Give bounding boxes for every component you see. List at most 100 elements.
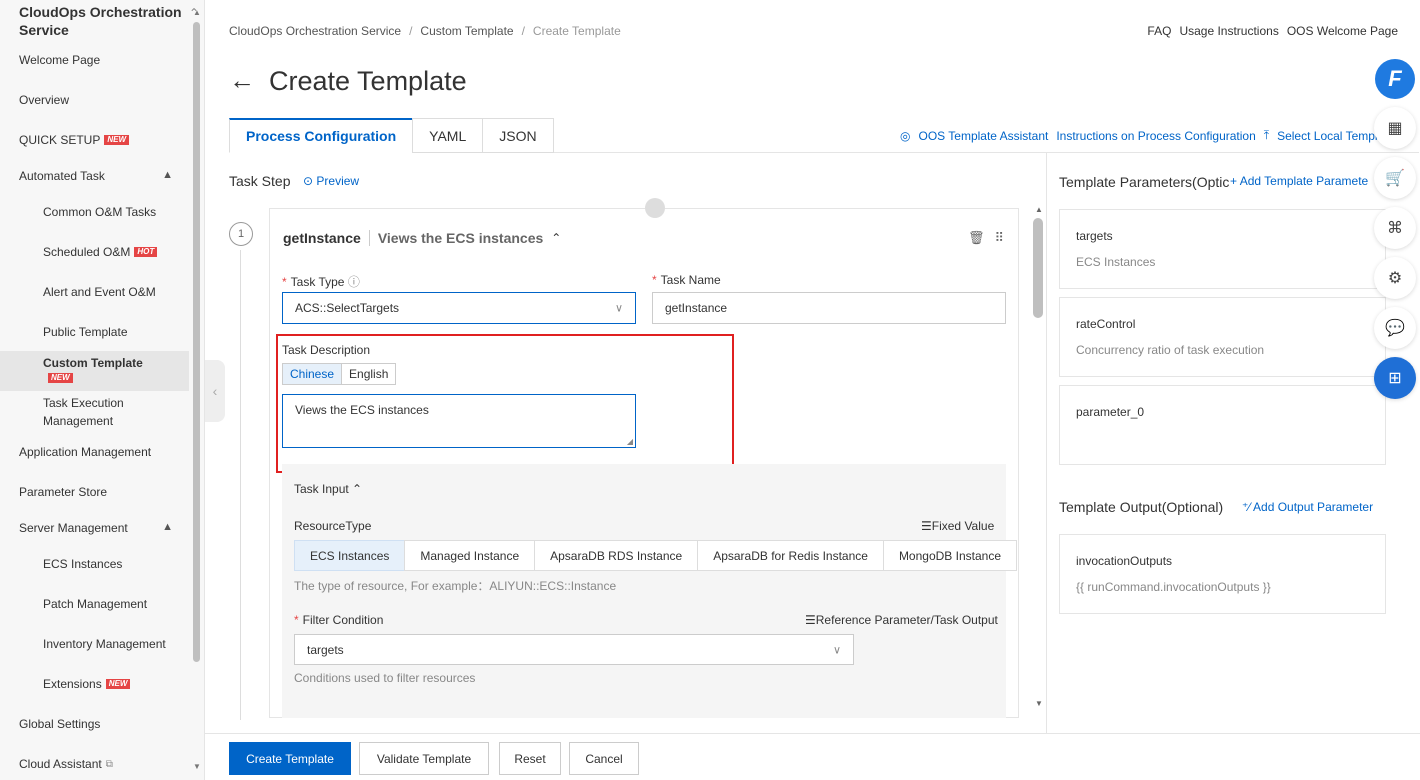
sidebar-item-task-execution[interactable]: Task Execution Management [0, 395, 140, 429]
resource-type-label: ResourceType [294, 519, 372, 533]
task-description-label: Task Description [282, 343, 371, 357]
instructions-link[interactable]: Instructions on Process Configuration [1056, 129, 1255, 143]
sidebar-item-ecs-instances[interactable]: ECS Instances [0, 549, 189, 579]
task-input-toggle[interactable]: Task Input ⌃ [294, 482, 362, 496]
hot-badge: HOT [134, 247, 158, 257]
qr-code-icon[interactable]: ▦ [1374, 107, 1416, 149]
breadcrumb-item[interactable]: CloudOps Orchestration Service [229, 24, 401, 38]
chevron-left-icon: ‹ [212, 383, 218, 399]
resource-type-option[interactable]: Managed Instance [404, 540, 536, 571]
breadcrumb-item[interactable]: Custom Template [420, 24, 513, 38]
task-type-label: * Task Type ⓘ [282, 275, 360, 289]
editor-tabs: Process Configuration YAML JSON [229, 118, 554, 153]
sidebar: CloudOps Orchestration Service ⌃ Welcome… [0, 0, 205, 780]
sidebar-item-inventory-management[interactable]: Inventory Management [0, 629, 189, 659]
cancel-button[interactable]: Cancel [569, 742, 639, 775]
faq-link[interactable]: FAQ [1147, 24, 1171, 38]
sidebar-scrollbar[interactable] [193, 22, 200, 662]
task-card-header[interactable]: getInstance Views the ECS instances ⌃ [283, 230, 561, 246]
oos-welcome-link[interactable]: OOS Welcome Page [1287, 24, 1398, 38]
help-icon[interactable]: ⓘ [348, 275, 360, 289]
sidebar-item-patch-management[interactable]: Patch Management [0, 589, 189, 619]
sidebar-item-server-management[interactable]: Server Management ▲ [0, 513, 189, 543]
sidebar-title: CloudOps Orchestration Service [19, 4, 182, 38]
sidebar-item-alert-event-om[interactable]: Alert and Event O&M [0, 277, 189, 307]
cart-icon[interactable]: 🛒 [1374, 157, 1416, 199]
create-template-button[interactable]: Create Template [229, 742, 351, 775]
main-scrollbar[interactable] [1033, 218, 1043, 318]
oos-assistant-link[interactable]: OOS Template Assistant [918, 129, 1048, 143]
filter-condition-select[interactable]: targets ∨ [294, 634, 854, 665]
resource-type-option[interactable]: MongoDB Instance [882, 540, 1017, 571]
sidebar-item-welcome-page[interactable]: Welcome Page [0, 45, 189, 75]
usage-instructions-link[interactable]: Usage Instructions [1179, 24, 1278, 38]
scroll-down-icon[interactable]: ▼ [193, 762, 201, 771]
connector-dot[interactable] [645, 198, 665, 218]
breadcrumb-separator: / [409, 24, 413, 38]
chevron-up-icon: ⌃ [352, 482, 363, 496]
sidebar-item-quick-setup[interactable]: QUICK SETUP NEW [0, 125, 189, 155]
select-local-link[interactable]: Select Local Templ [1277, 129, 1378, 143]
chat-icon[interactable]: 💬 [1374, 307, 1416, 349]
sidebar-item-parameter-store[interactable]: Parameter Store [0, 477, 189, 507]
scroll-down-icon[interactable]: ▼ [1035, 699, 1043, 708]
new-badge: NEW [104, 135, 130, 145]
validate-template-button[interactable]: Validate Template [359, 742, 489, 775]
output-card[interactable]: invocationOutputs {{ runCommand.invocati… [1059, 534, 1386, 614]
add-output-parameter-link[interactable]: ⁺⁄ Add Output Parameter [1242, 500, 1373, 514]
external-link-icon: ⧉ [105, 758, 113, 770]
parameter-card[interactable]: rateControl Concurrency ratio of task ex… [1059, 297, 1386, 377]
scroll-up-icon[interactable]: ▲ [193, 8, 201, 17]
back-arrow-icon[interactable]: ← [229, 67, 255, 93]
preview-link[interactable]: ⊙ Preview [303, 174, 359, 188]
tab-process-configuration[interactable]: Process Configuration [229, 118, 414, 153]
reference-parameter-link[interactable]: ☰Reference Parameter/Task Output [805, 613, 998, 627]
add-template-parameter-link[interactable]: + Add Template Paramete [1230, 174, 1368, 188]
sidebar-item-automated-task[interactable]: Automated Task ▲ [0, 161, 189, 191]
sidebar-item-extensions[interactable]: Extensions NEW [0, 669, 189, 699]
sidebar-item-global-settings[interactable]: Global Settings [0, 709, 189, 739]
resize-handle-icon[interactable]: ◢ [627, 437, 633, 446]
parameter-card[interactable]: parameter_0 [1059, 385, 1386, 465]
task-description-textarea[interactable]: Views the ECS instances ◢ [282, 394, 636, 448]
lang-chinese-button[interactable]: Chinese [282, 363, 343, 385]
fixed-value-link[interactable]: ☰Fixed Value [921, 519, 994, 533]
resource-type-option[interactable]: ECS Instances [294, 540, 406, 571]
sidebar-item-common-om-tasks[interactable]: Common O&M Tasks [0, 197, 189, 227]
chevron-up-icon[interactable]: ⌃ [551, 231, 561, 245]
sidebar-item-application-management[interactable]: Application Management [0, 437, 189, 467]
assistant-logo-icon[interactable]: F [1375, 59, 1415, 99]
apps-icon[interactable]: ⊞ [1374, 357, 1416, 399]
api-icon[interactable]: ⌘ [1374, 207, 1416, 249]
sidebar-item-overview[interactable]: Overview [0, 85, 189, 115]
sidebar-toggle-handle[interactable]: ‹ [205, 360, 225, 422]
tab-json[interactable]: JSON [482, 118, 554, 153]
template-parameters-title: Template Parameters(Optic [1059, 174, 1230, 190]
top-links: FAQ Usage Instructions OOS Welcome Page [1147, 24, 1398, 38]
task-name-label: * Task Name [652, 273, 721, 287]
resource-type-option[interactable]: ApsaraDB for Redis Instance [697, 540, 884, 571]
parameter-card[interactable]: targets ECS Instances [1059, 209, 1386, 289]
new-badge: NEW [105, 679, 131, 689]
settings-icon[interactable]: ⚙ [1374, 257, 1416, 299]
reset-button[interactable]: Reset [499, 742, 561, 775]
delete-icon[interactable]: 🗑 [968, 230, 985, 246]
sidebar-item-custom-template[interactable]: Custom Template NEW [0, 351, 189, 391]
page-title: Create Template [269, 66, 467, 96]
lang-english-button[interactable]: English [341, 363, 397, 385]
sidebar-item-cloud-assistant[interactable]: Cloud Assistant ⧉ [0, 749, 189, 779]
tab-yaml[interactable]: YAML [412, 118, 484, 153]
drag-handle-icon[interactable]: ⠿ [994, 230, 1004, 246]
resource-type-option[interactable]: ApsaraDB RDS Instance [534, 540, 699, 571]
upload-icon: ⤒ [1263, 128, 1270, 142]
step-number: 1 [229, 222, 253, 246]
sidebar-item-public-template[interactable]: Public Template [0, 317, 189, 347]
scroll-up-icon[interactable]: ▲ [1035, 205, 1043, 214]
output-value: {{ runCommand.invocationOutputs }} [1076, 580, 1271, 594]
sidebar-item-scheduled-om[interactable]: Scheduled O&M HOT [0, 237, 189, 267]
chevron-down-icon: ∨ [614, 302, 623, 315]
parameter-name: parameter_0 [1076, 405, 1145, 419]
task-type-select[interactable]: ACS::SelectTargets ∨ [282, 292, 636, 324]
assistant-icon: ◎ [900, 128, 911, 143]
task-name-input[interactable]: getInstance [652, 292, 1006, 324]
